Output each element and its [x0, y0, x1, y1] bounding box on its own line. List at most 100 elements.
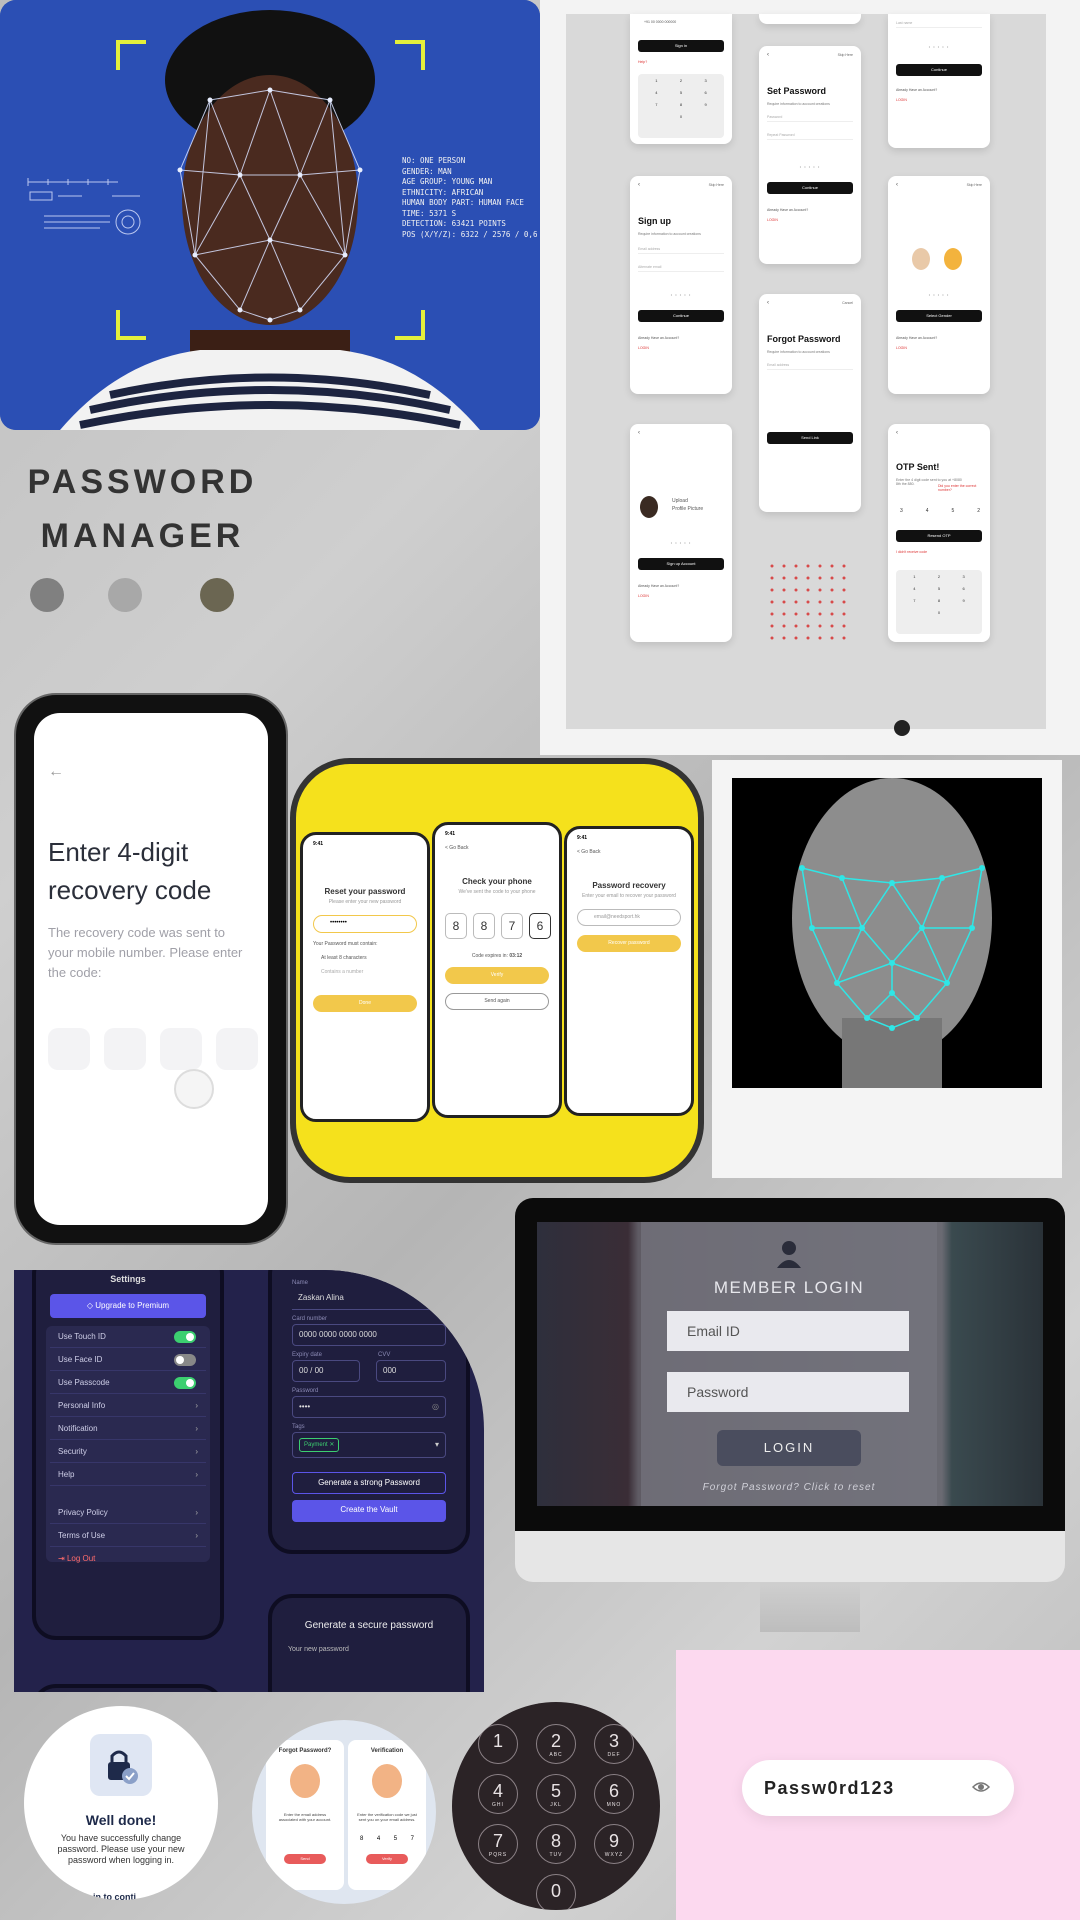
alternate-email-field[interactable]: Alternate email [638, 262, 724, 272]
code-digit[interactable]: 5 [394, 1836, 397, 1842]
logout-item[interactable]: ⇥ Log Out [50, 1548, 206, 1570]
key[interactable]: 2 [927, 574, 952, 579]
sign-in-button[interactable]: Sign in [638, 40, 724, 52]
continue-button[interactable]: Continue [767, 182, 853, 194]
login-link[interactable]: LOGIN [767, 218, 778, 222]
login-link[interactable]: LOGIN [638, 594, 649, 598]
key[interactable]: 1 [644, 78, 669, 83]
back-icon[interactable]: ‹ [896, 182, 898, 188]
code-digit-input[interactable] [216, 1028, 258, 1070]
forgot-password-link[interactable]: Forgot Password? Click to reset [641, 1482, 937, 1493]
chevron-down-icon[interactable]: ▾ [435, 1435, 439, 1455]
toggle-switch[interactable] [174, 1354, 196, 1366]
key[interactable]: 6 [951, 586, 976, 591]
key[interactable]: 0 [927, 610, 952, 615]
key[interactable]: 5 [669, 90, 694, 95]
help-link[interactable]: Help? [638, 60, 647, 64]
email-field[interactable]: Email address [767, 360, 853, 370]
otp-digit[interactable]: 2 [977, 508, 980, 514]
code-digit[interactable]: 7 [501, 913, 523, 939]
continue-button[interactable]: Continue [638, 310, 724, 322]
password-field[interactable]: Password [767, 112, 853, 122]
keypad-key[interactable]: 1 [478, 1724, 518, 1764]
otp-digit[interactable]: 5 [951, 508, 954, 514]
last-name-field[interactable]: Last name [896, 18, 982, 28]
create-vault-button[interactable]: Create the Vault [292, 1500, 446, 1522]
send-button[interactable]: Send [284, 1854, 326, 1864]
key[interactable]: 2 [669, 78, 694, 83]
generate-password-button[interactable]: Generate a strong Password [292, 1472, 446, 1494]
go-back-link[interactable]: < Go Back [445, 845, 468, 851]
back-icon[interactable]: ‹ [896, 430, 898, 436]
wrong-number-link[interactable]: Did you enter the correct number? [938, 484, 984, 492]
key[interactable]: 6 [693, 90, 718, 95]
back-arrow-icon[interactable]: ← [48, 763, 64, 781]
key[interactable]: 5 [927, 586, 952, 591]
key[interactable]: 4 [644, 90, 669, 95]
code-digit[interactable]: 8 [445, 913, 467, 939]
keypad-key[interactable]: 5 JKL [536, 1774, 576, 1814]
select-gender-button[interactable]: Select Gender [896, 310, 982, 322]
menu-item[interactable]: Privacy Policy › [50, 1502, 206, 1524]
otp-digit[interactable]: 3 [900, 508, 903, 514]
login-link[interactable]: Log in to conti [74, 1892, 188, 1900]
go-back-link[interactable]: < Go Back [577, 849, 600, 855]
recover-password-button[interactable]: Recover password [577, 935, 681, 952]
key[interactable]: 3 [951, 574, 976, 579]
eye-off-icon[interactable]: ◎ [432, 1397, 439, 1417]
back-icon[interactable]: ‹ [767, 52, 769, 58]
female-avatar-icon[interactable] [944, 248, 962, 270]
tag-chip[interactable]: Payment ✕ [299, 1438, 340, 1452]
code-digit[interactable]: 4 [377, 1836, 380, 1842]
code-digit[interactable]: 8 [360, 1836, 363, 1842]
phone-number-field[interactable]: +91 00 0000 000000 [644, 20, 676, 24]
skip-link[interactable]: Skip Here [709, 183, 724, 187]
code-digit[interactable]: 8 [473, 913, 495, 939]
code-digit[interactable]: 7 [411, 1836, 414, 1842]
code-digit-input[interactable] [160, 1028, 202, 1070]
eye-icon[interactable] [972, 1780, 990, 1794]
key[interactable]: 0 [669, 114, 694, 119]
male-avatar-icon[interactable] [912, 248, 930, 270]
toggle-row[interactable]: Use Touch ID [50, 1326, 206, 1348]
back-icon[interactable]: ‹ [638, 182, 640, 188]
name-field[interactable]: Zaskan Alina [292, 1288, 446, 1310]
email-field[interactable]: Email address [638, 244, 724, 254]
toggle-row[interactable]: Use Passcode [50, 1372, 206, 1394]
keypad-key[interactable]: 2 ABC [536, 1724, 576, 1764]
continue-button[interactable]: Continue [896, 64, 982, 76]
key[interactable]: 8 [669, 102, 694, 107]
send-link-button[interactable]: Send Link [767, 432, 853, 444]
key[interactable]: 4 [902, 586, 927, 591]
key[interactable]: 1 [902, 574, 927, 579]
skip-link[interactable]: Skip Here [967, 183, 982, 187]
key[interactable]: 8 [927, 598, 952, 603]
card-number-field[interactable]: 0000 0000 0000 0000 [292, 1324, 446, 1346]
toggle-switch[interactable] [174, 1331, 196, 1343]
sign-up-account-button[interactable]: Sign up Account [638, 558, 724, 570]
not-received-link[interactable]: I didn't receive code [896, 550, 927, 554]
back-icon[interactable]: ‹ [638, 430, 640, 436]
login-link[interactable]: LOGIN [896, 98, 907, 102]
email-input[interactable]: email@needsport.hk [577, 909, 681, 926]
keypad-key[interactable]: 0 [536, 1874, 576, 1910]
key[interactable]: 9 [693, 102, 718, 107]
keypad-key[interactable]: 8 TUV [536, 1824, 576, 1864]
repeat-password-field[interactable]: Repeat Password [767, 130, 853, 140]
toggle-switch[interactable] [174, 1377, 196, 1389]
menu-item[interactable]: Notification › [50, 1418, 206, 1440]
otp-digit[interactable]: 4 [926, 508, 929, 514]
menu-item[interactable]: Personal Info › [50, 1395, 206, 1417]
code-digit-input[interactable] [48, 1028, 90, 1070]
login-link[interactable]: LOGIN [638, 346, 649, 350]
resend-otp-button[interactable]: Resend OTP [896, 530, 982, 542]
key[interactable]: 7 [902, 598, 927, 603]
keypad-key[interactable]: 4 GHI [478, 1774, 518, 1814]
expiry-field[interactable]: 00 / 00 [292, 1360, 360, 1382]
back-icon[interactable]: ‹ [767, 300, 769, 306]
cancel-link[interactable]: Cancel [842, 301, 853, 305]
verify-button[interactable]: Verify [445, 967, 549, 984]
keypad-key[interactable]: 7 PQRS [478, 1824, 518, 1864]
done-button[interactable]: Done [313, 995, 417, 1012]
cvv-field[interactable]: 000 [376, 1360, 446, 1382]
